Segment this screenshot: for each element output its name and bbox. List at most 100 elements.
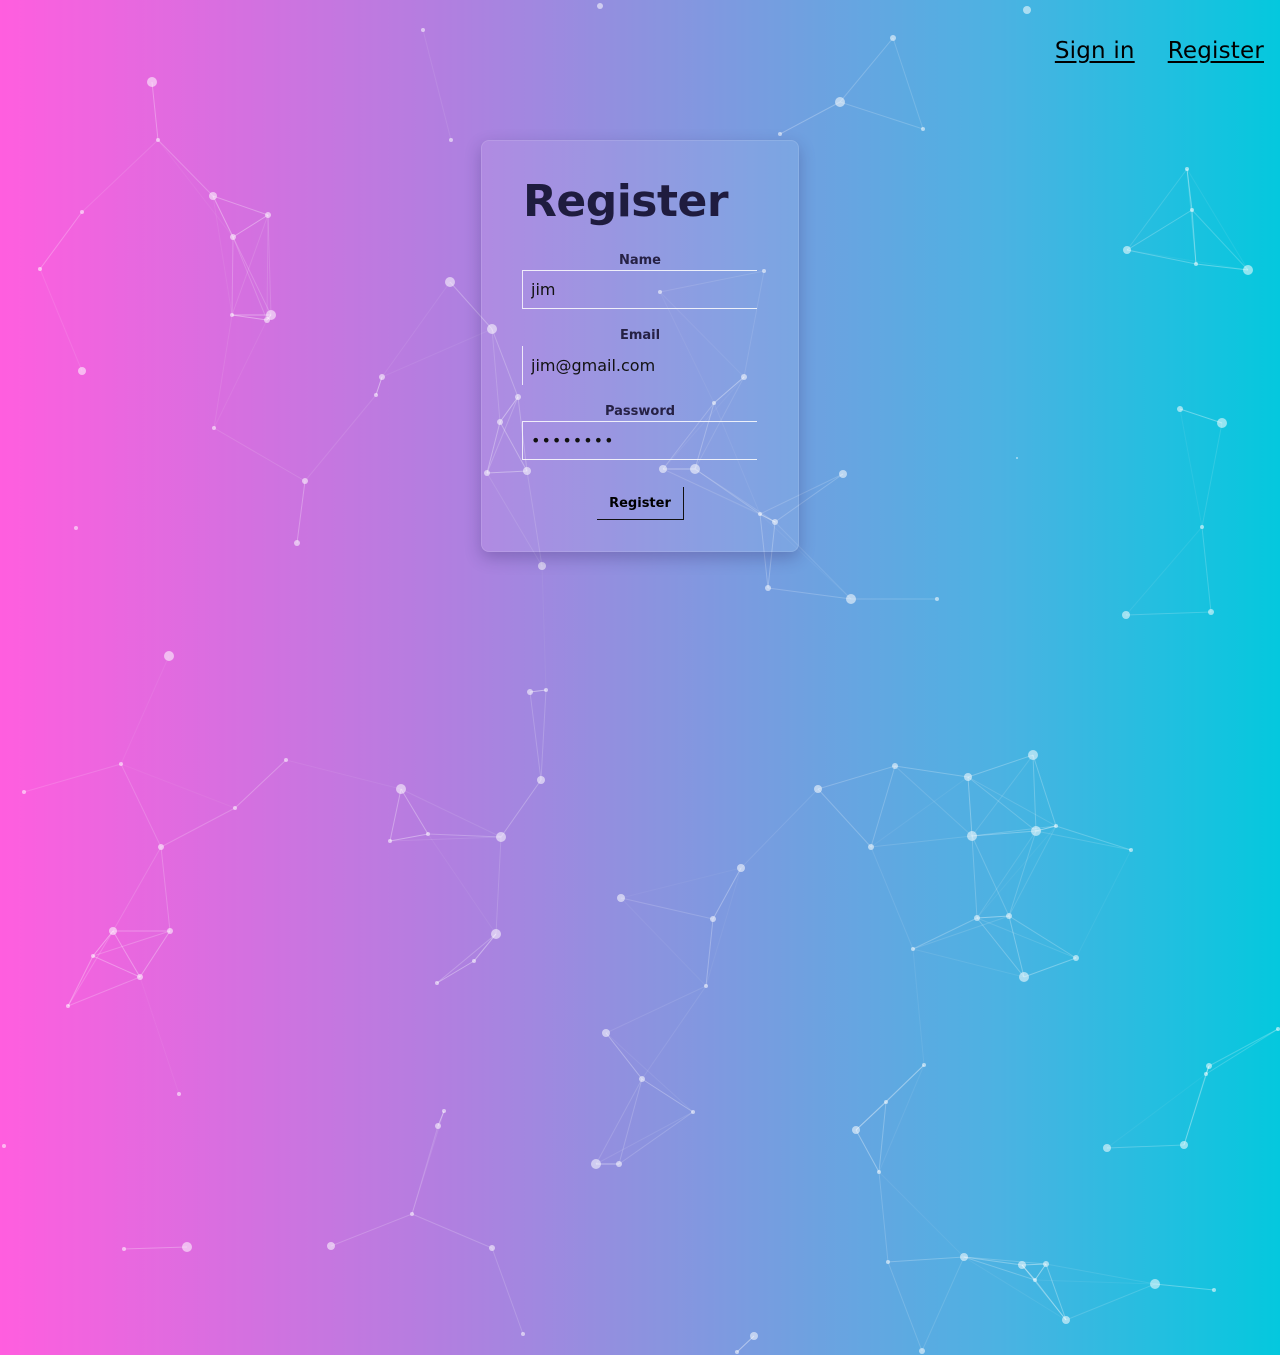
particle-link bbox=[967, 776, 1037, 832]
particle-dot bbox=[1028, 750, 1038, 760]
particle-dot bbox=[302, 478, 308, 484]
particle-dot bbox=[119, 762, 123, 766]
particle-link bbox=[1008, 825, 1057, 917]
particle-link bbox=[213, 319, 268, 429]
particle-dot bbox=[1123, 246, 1131, 254]
particle-link bbox=[157, 139, 234, 238]
particle-dot bbox=[967, 831, 977, 841]
particle-link bbox=[160, 846, 171, 932]
particle-dot bbox=[537, 776, 545, 784]
particle-dot bbox=[396, 784, 406, 794]
particle-link bbox=[971, 754, 1034, 837]
particle-link bbox=[605, 1032, 643, 1080]
particle-dot bbox=[1208, 609, 1214, 615]
particle-dot bbox=[445, 277, 455, 287]
particle-dot bbox=[212, 426, 216, 430]
particle-dot bbox=[750, 1332, 758, 1340]
particle-dot bbox=[1103, 1144, 1111, 1152]
particle-dot bbox=[265, 212, 271, 218]
particle-link bbox=[855, 1101, 887, 1131]
particle-dot bbox=[2, 1144, 6, 1148]
particle-link bbox=[618, 1111, 694, 1165]
particle-link bbox=[1032, 754, 1037, 832]
particle-dot bbox=[327, 1242, 335, 1250]
particle-link bbox=[213, 314, 233, 429]
particle-dot bbox=[617, 894, 625, 902]
particle-link bbox=[894, 765, 973, 837]
particle-dot bbox=[147, 77, 157, 87]
particle-dot bbox=[66, 1004, 70, 1008]
particle-dot bbox=[1200, 525, 1204, 529]
email-input[interactable] bbox=[522, 346, 757, 385]
particle-link bbox=[422, 29, 452, 141]
name-input[interactable] bbox=[522, 270, 757, 309]
particle-link bbox=[963, 1256, 1067, 1321]
particle-link bbox=[39, 211, 83, 270]
particle-link bbox=[870, 765, 896, 848]
particle-link bbox=[1008, 830, 1037, 917]
particle-link bbox=[855, 1129, 880, 1173]
particle-link bbox=[381, 328, 493, 378]
email-label: Email bbox=[619, 328, 661, 343]
particle-link bbox=[1075, 849, 1132, 959]
register-link[interactable]: Register bbox=[1168, 38, 1264, 64]
particle-dot bbox=[284, 758, 288, 762]
particle-link bbox=[967, 776, 973, 837]
particle-dot bbox=[890, 35, 896, 41]
particle-dot bbox=[710, 916, 716, 922]
particle-link bbox=[976, 830, 1037, 919]
particle-link bbox=[1183, 1073, 1207, 1146]
register-button[interactable]: Register bbox=[597, 487, 684, 520]
particle-dot bbox=[964, 773, 972, 781]
particle-dot bbox=[814, 785, 822, 793]
particle-dot bbox=[1129, 848, 1133, 852]
particle-link bbox=[878, 1064, 925, 1173]
particle-dot bbox=[737, 864, 745, 872]
particle-dot bbox=[426, 832, 430, 836]
particle-link bbox=[641, 1078, 694, 1113]
particle-link bbox=[817, 788, 872, 848]
top-navigation: Sign in Register bbox=[1055, 38, 1264, 64]
particle-dot bbox=[616, 1161, 622, 1167]
particle-link bbox=[232, 214, 269, 238]
particle-link bbox=[967, 754, 1034, 778]
particle-dot bbox=[177, 1092, 181, 1096]
particle-dot bbox=[1185, 167, 1189, 171]
particle-link bbox=[712, 867, 742, 920]
particle-dot bbox=[167, 928, 173, 934]
particle-dot bbox=[122, 1247, 126, 1251]
particle-link bbox=[839, 37, 894, 103]
particle-link bbox=[151, 81, 159, 141]
particle-dot bbox=[527, 689, 533, 695]
particle-link bbox=[1126, 209, 1193, 251]
particle-link bbox=[620, 867, 742, 899]
particle-link bbox=[1208, 1028, 1279, 1067]
particle-link bbox=[389, 788, 402, 842]
particle-dot bbox=[442, 1109, 446, 1113]
particle-link bbox=[1186, 168, 1249, 271]
particle-dot bbox=[182, 1242, 192, 1252]
password-input[interactable] bbox=[522, 421, 757, 460]
particle-link bbox=[39, 268, 83, 372]
particle-dot bbox=[602, 1029, 610, 1037]
particle-dot bbox=[1276, 1027, 1280, 1031]
particle-link bbox=[605, 985, 707, 1034]
particle-dot bbox=[1212, 1288, 1216, 1292]
particle-link bbox=[620, 897, 707, 987]
sign-in-link[interactable]: Sign in bbox=[1055, 38, 1135, 64]
particle-dot bbox=[1062, 1316, 1070, 1324]
particle-dot bbox=[921, 127, 925, 131]
particle-dot bbox=[137, 974, 143, 980]
particle-link bbox=[92, 930, 171, 957]
particle-link bbox=[878, 1101, 887, 1173]
form-title: Register bbox=[523, 176, 729, 227]
particle-link bbox=[231, 314, 268, 321]
particle-dot bbox=[449, 138, 453, 142]
particle-dot bbox=[922, 1063, 926, 1067]
particle-link bbox=[411, 1125, 439, 1215]
particle-dot bbox=[884, 1100, 888, 1104]
particle-dot bbox=[472, 959, 476, 963]
particle-link bbox=[779, 101, 841, 135]
particle-link bbox=[976, 917, 1077, 959]
particle-link bbox=[1201, 422, 1223, 528]
